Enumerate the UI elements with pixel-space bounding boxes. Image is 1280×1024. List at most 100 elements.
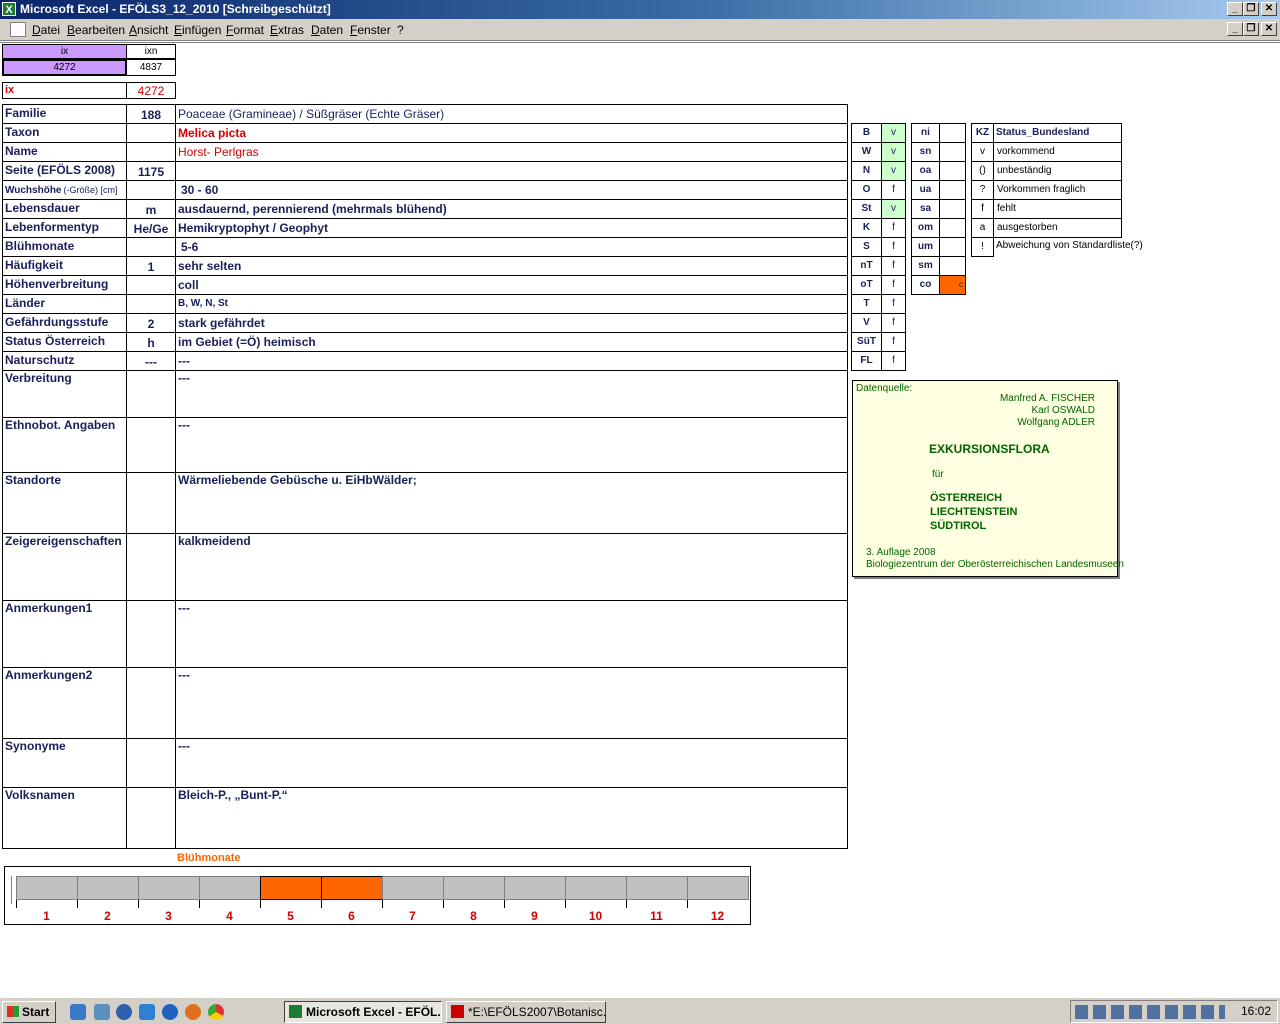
state-status[interactable]: f: [881, 218, 906, 238]
legend-key[interactable]: ?: [971, 180, 994, 200]
altitude-status[interactable]: [939, 123, 966, 143]
state-code[interactable]: B: [851, 123, 882, 143]
field-value[interactable]: Bleich-P., „Bunt-P.“: [175, 787, 848, 849]
state-status[interactable]: v: [881, 142, 906, 162]
altitude-status[interactable]: c: [939, 275, 966, 295]
field-code[interactable]: He/Ge: [126, 218, 176, 238]
field-label[interactable]: Blühmonate: [2, 237, 127, 257]
legend-key[interactable]: (): [971, 161, 994, 181]
field-label[interactable]: Ethnobot. Angaben: [2, 417, 127, 473]
quicklaunch-chrome-icon[interactable]: [208, 1004, 224, 1020]
field-label[interactable]: Seite (EFÖLS 2008): [2, 161, 127, 181]
state-status[interactable]: f: [881, 351, 906, 371]
altitude-status[interactable]: [939, 218, 966, 238]
state-status[interactable]: v: [881, 199, 906, 219]
ixn-value-cell[interactable]: 4837: [126, 59, 176, 76]
state-code[interactable]: V: [851, 313, 882, 333]
field-value[interactable]: Melica picta: [175, 123, 848, 143]
field-label[interactable]: Taxon: [2, 123, 127, 143]
menu-format[interactable]: Format: [226, 23, 264, 37]
minimize-button[interactable]: _: [1227, 2, 1243, 16]
field-label[interactable]: Zeigereigenschaften: [2, 533, 127, 601]
quicklaunch-firefox-icon[interactable]: [185, 1004, 201, 1020]
state-code[interactable]: N: [851, 161, 882, 181]
field-code[interactable]: 188: [126, 104, 176, 124]
field-value[interactable]: stark gefährdet: [175, 313, 848, 333]
field-value[interactable]: ausdauernd, perennierend (mehrmals blühe…: [175, 199, 848, 219]
state-status[interactable]: f: [881, 180, 906, 200]
field-label[interactable]: Anmerkungen2: [2, 667, 127, 739]
field-code[interactable]: [126, 787, 176, 849]
field-code[interactable]: [126, 275, 176, 295]
menu-ansicht[interactable]: Ansicht: [129, 23, 168, 37]
task-excel[interactable]: Microsoft Excel - EFÖL...: [284, 1001, 442, 1023]
state-code[interactable]: O: [851, 180, 882, 200]
field-code[interactable]: h: [126, 332, 176, 352]
field-code[interactable]: ---: [126, 351, 176, 371]
altitude-code[interactable]: ni: [911, 123, 940, 143]
state-status[interactable]: f: [881, 294, 906, 314]
field-value[interactable]: Horst- Perlgras: [175, 142, 848, 162]
field-value[interactable]: sehr selten: [175, 256, 848, 276]
menu-bearbeiten[interactable]: Bearbeiten: [67, 23, 125, 37]
field-label[interactable]: Naturschutz: [2, 351, 127, 371]
altitude-status[interactable]: [939, 142, 966, 162]
field-label[interactable]: Lebensdauer: [2, 199, 127, 219]
field-code[interactable]: [126, 123, 176, 143]
field-label[interactable]: Familie: [2, 104, 127, 124]
field-code[interactable]: 1: [126, 256, 176, 276]
maximize-button[interactable]: ❐: [1243, 2, 1259, 16]
field-value[interactable]: im Gebiet (=Ö) heimisch: [175, 332, 848, 352]
field-code[interactable]: [126, 667, 176, 739]
field-value[interactable]: ---: [175, 370, 848, 418]
field-label[interactable]: Höhenverbreitung: [2, 275, 127, 295]
legend-text[interactable]: fehlt: [993, 199, 1122, 219]
state-status[interactable]: f: [881, 256, 906, 276]
field-code[interactable]: [126, 294, 176, 314]
state-code[interactable]: oT: [851, 275, 882, 295]
ixn-header[interactable]: ixn: [126, 44, 176, 59]
menu-fenster[interactable]: Fenster: [350, 23, 391, 37]
state-code[interactable]: W: [851, 142, 882, 162]
field-value[interactable]: [175, 161, 848, 181]
field-code[interactable]: [126, 180, 176, 200]
field-code[interactable]: [126, 738, 176, 788]
task-editor[interactable]: *E:\EFÖLS2007\Botanisc...: [446, 1001, 606, 1023]
field-code[interactable]: [126, 370, 176, 418]
altitude-code[interactable]: co: [911, 275, 940, 295]
ix-value-cell[interactable]: 4272: [2, 59, 127, 76]
state-code[interactable]: T: [851, 294, 882, 314]
clock[interactable]: 16:02: [1241, 1004, 1271, 1018]
quicklaunch-media-icon[interactable]: [116, 1004, 132, 1020]
quicklaunch-explorer-icon[interactable]: [94, 1004, 110, 1020]
doc-restore-button[interactable]: ❐: [1243, 22, 1259, 36]
field-label[interactable]: Gefährdungsstufe: [2, 313, 127, 333]
field-code[interactable]: m: [126, 199, 176, 219]
legend-text[interactable]: vorkommend: [993, 142, 1122, 162]
field-code[interactable]: [126, 533, 176, 601]
state-code[interactable]: nT: [851, 256, 882, 276]
altitude-code[interactable]: um: [911, 237, 940, 257]
ix-row-value[interactable]: 4272: [126, 82, 176, 99]
altitude-code[interactable]: sn: [911, 142, 940, 162]
menu-help[interactable]: ?: [397, 23, 404, 37]
field-label[interactable]: Name: [2, 142, 127, 162]
field-label[interactable]: Standorte: [2, 472, 127, 534]
menu-datei[interactable]: Datei: [32, 23, 60, 37]
ix-header[interactable]: ix: [2, 44, 127, 59]
state-status[interactable]: v: [881, 123, 906, 143]
state-status[interactable]: f: [881, 275, 906, 295]
legend-text[interactable]: unbeständig: [993, 161, 1122, 181]
field-value[interactable]: ---: [175, 351, 848, 371]
field-code[interactable]: [126, 600, 176, 668]
quicklaunch-ie-icon[interactable]: [162, 1004, 178, 1020]
field-value[interactable]: Hemikryptophyt / Geophyt: [175, 218, 848, 238]
field-value[interactable]: ---: [175, 738, 848, 788]
altitude-status[interactable]: [939, 237, 966, 257]
menu-daten[interactable]: Daten: [311, 23, 343, 37]
legend-text[interactable]: Abweichung von Standardliste(?): [993, 237, 1163, 257]
field-code[interactable]: [126, 237, 176, 257]
field-label[interactable]: Lebenformentyp: [2, 218, 127, 238]
legend-kz-header[interactable]: KZ: [971, 123, 994, 143]
field-code[interactable]: [126, 472, 176, 534]
